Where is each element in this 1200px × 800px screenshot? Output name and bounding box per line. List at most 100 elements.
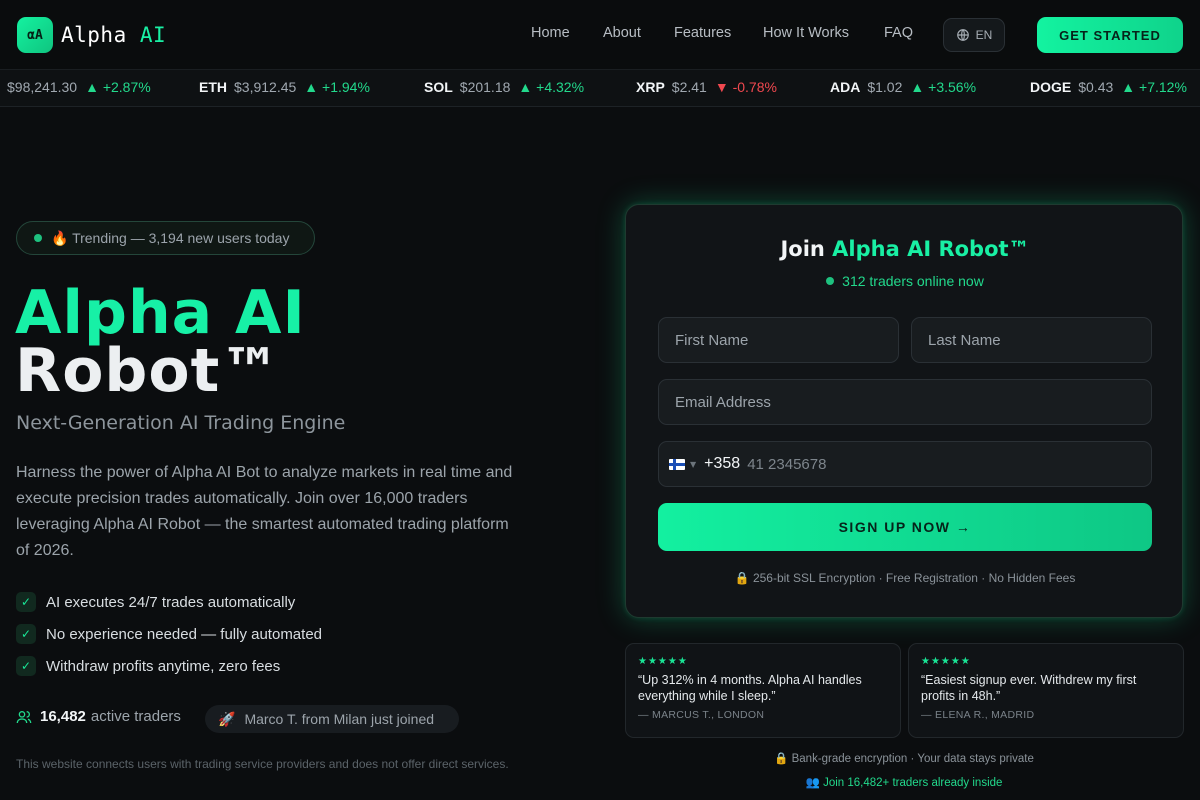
chevron-down-icon[interactable]: ▼ [690,460,696,469]
ticker-price: $201.18 [459,79,511,95]
ticker-change: ▲ +4.32% [518,79,584,95]
logo-name: Alpha [61,23,127,47]
language-label: EN [975,28,993,42]
ticker-change-value: +4.32% [536,79,585,95]
checklist-item: ✓ AI executes 24/7 trades automatically [16,586,322,618]
review-quote: “Easiest signup ever. Withdrew my first … [921,673,1137,703]
ticker-price: $3,912.45 [234,79,297,95]
checklist-item: ✓ Withdraw profits anytime, zero fees [16,650,322,682]
active-traders-stat: 16,482 active traders [16,708,181,725]
checklist-text: Withdraw profits anytime, zero fees [46,657,281,675]
online-dot-icon [826,277,835,285]
first-name-input[interactable] [658,317,899,363]
recent-join-notice: 🚀 Marco T. from Milan just joined [205,705,459,733]
ticker-item: SOL $201.18 ▲ +4.32% [424,79,584,95]
arrow-up-icon: ▲ [518,79,533,95]
nav-link-faq[interactable]: FAQ [884,25,913,41]
ticker-symbol: XRP [636,79,665,95]
review-quote: “Up 312% in 4 months. Alpha AI handles e… [638,673,862,703]
trending-badge: 🔥 Trending — 3,194 new users today [16,221,315,255]
ticker-symbol: DOGE [1030,79,1072,95]
ticker-item: ADA $1.02 ▲ +3.56% [830,79,976,95]
top-header: αA Alpha AI Home About Features How It W… [0,0,1200,70]
review-author: — MARCUS T., LONDON [638,709,765,721]
live-dot-icon [34,234,42,242]
price-ticker: $98,241.30 ▲ +2.87% ETH $3,912.45 ▲ +1.94% … [0,70,1200,107]
review-card: ★★★★★ “Easiest signup ever. Withdrew my … [908,643,1184,738]
arrow-up-icon: ▲ [910,79,925,95]
logo-mark-icon: αA [17,17,53,53]
ticker-change: ▲ +3.56% [910,79,976,95]
nav-link-home[interactable]: Home [531,25,570,41]
ticker-change-value: -0.78% [732,79,777,95]
finland-flag-icon[interactable] [669,458,685,470]
form-title-accent: Alpha AI Robot™ [832,237,1030,261]
checkmark-icon: ✓ [16,592,36,612]
bank-encryption-note: 🔒 Bank-grade encryption · Your data stay… [774,753,1034,765]
security-note: 🔒 256-bit SSL Encryption · Free Registra… [734,571,1076,585]
ticker-price: $1.02 [867,79,903,95]
feature-checklist: ✓ AI executes 24/7 trades automatically … [16,586,322,682]
language-selector[interactable]: EN [943,18,1005,52]
nav-link-about[interactable]: About [603,25,641,41]
checkmark-icon: ✓ [16,656,36,676]
logo[interactable]: αA Alpha AI [17,17,166,53]
ticker-price: $0.43 [1078,79,1114,95]
star-rating-icon: ★★★★★ [638,656,688,667]
recent-join-text: Marco T. from Milan just joined [244,711,435,727]
disclaimer: This website connects users with trading… [16,757,509,771]
ticker-symbol: SOL [424,79,453,95]
ticker-price: $98,241.30 [7,79,78,95]
logo-text: Alpha AI [61,23,166,47]
arrow-down-icon: ▼ [714,79,729,95]
sign-up-button[interactable]: SIGN UP NOW → [658,503,1152,551]
dial-code: +358 [704,455,741,472]
ticker-symbol: ADA [830,79,861,95]
rocket-icon: 🚀 [218,710,236,727]
nav-link-features[interactable]: Features [674,25,731,41]
join-traders-note: 👥 Join 16,482+ traders already inside [805,777,1003,789]
form-title: Join Alpha AI Robot™ [626,237,1184,261]
arrow-up-icon: ▲ [85,79,99,95]
review-author: — ELENA R., MADRID [921,709,1035,721]
phone-field: ▼ +358 [658,441,1152,487]
ticker-change-value: +1.94% [322,79,370,95]
ticker-change: ▲ +7.12% [1121,79,1187,95]
email-input[interactable] [658,379,1152,425]
ticker-item: XRP $2.41 ▼ -0.78% [636,79,777,95]
online-text: 312 traders online now [842,273,984,289]
ticker-item: ETH $3,912.45 ▲ +1.94% [199,79,370,95]
phone-input[interactable] [747,455,1128,473]
hero-subtitle: Next-Generation AI Trading Engine [16,412,346,434]
hero-description: Harness the power of Alpha AI Bot to ana… [16,464,513,559]
checklist-item: ✓ No experience needed — fully automated [16,618,322,650]
arrow-up-icon: ▲ [1121,79,1136,95]
ticker-item: $98,241.30 ▲ +2.87% [0,79,151,95]
ticker-change-value: +3.56% [928,79,977,95]
review-card: ★★★★★ “Up 312% in 4 months. Alpha AI han… [625,643,901,738]
ticker-change-value: +2.87% [102,79,151,95]
arrow-up-icon: ▲ [304,79,319,95]
hero-title-line2: Robot™ [15,336,282,406]
ticker-change-value: +7.12% [1139,79,1187,95]
checkmark-icon: ✓ [16,624,36,644]
nav-link-how-it-works[interactable]: How It Works [763,25,849,41]
users-icon [16,710,32,723]
get-started-button[interactable]: GET STARTED [1037,17,1183,53]
traders-label: active traders [90,708,181,725]
signup-form: Join Alpha AI Robot™ 312 traders online … [625,204,1183,618]
checklist-text: AI executes 24/7 trades automatically [46,593,296,611]
ticker-item: DOGE $0.43 ▲ +7.12% [1030,79,1187,95]
ticker-change: ▼ -0.78% [715,79,777,95]
form-title-prefix: Join [780,237,825,261]
trending-text: 🔥 Trending — 3,194 new users today [51,229,290,246]
globe-icon [956,29,969,41]
traders-count: 16,482 [40,708,86,725]
ticker-change: ▲ +2.87% [85,79,151,95]
online-status: 312 traders online now [626,273,1184,289]
last-name-input[interactable] [911,317,1152,363]
logo-name-accent: AI [139,23,167,47]
ticker-price: $2.41 [671,79,707,95]
star-rating-icon: ★★★★★ [921,656,971,667]
checklist-text: No experience needed — fully automated [46,625,323,643]
